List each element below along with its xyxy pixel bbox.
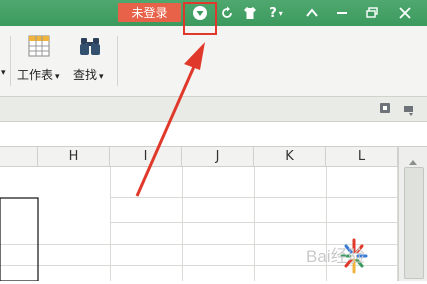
baidu-watermark: Bai经验: [300, 232, 420, 284]
watermark-text: Bai经验: [306, 247, 365, 266]
